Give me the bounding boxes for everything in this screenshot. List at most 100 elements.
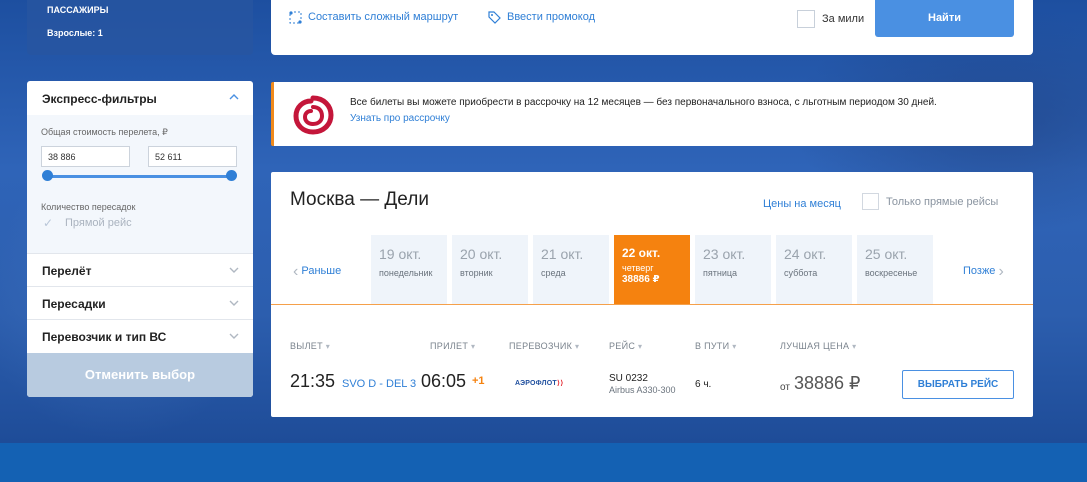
- day-cell-selected[interactable]: 22 окт. четверг 38886 ₽: [614, 235, 690, 305]
- footer-band: [0, 443, 1087, 482]
- complex-route-link[interactable]: Составить сложный маршрут: [289, 11, 459, 24]
- filter-section-transfers[interactable]: Пересадки: [27, 286, 253, 319]
- flight-duration: 6 ч.: [695, 379, 712, 390]
- direct-flight-option[interactable]: Прямой рейс: [65, 217, 132, 229]
- choose-flight-button[interactable]: ВЫБРАТЬ РЕЙС: [902, 370, 1014, 399]
- filter-section-flight[interactable]: Перелёт: [27, 253, 253, 286]
- chevron-right-icon: ›: [998, 263, 1004, 280]
- express-filters-title: Экспресс-фильтры: [42, 92, 157, 106]
- passengers-value: Взрослые: 1: [47, 28, 103, 38]
- chevron-down-icon: [229, 300, 239, 306]
- day-weekday: вторник: [460, 268, 493, 278]
- day-weekday: среда: [541, 268, 566, 278]
- day-date: 21 окт.: [541, 246, 584, 262]
- price-max-input[interactable]: [148, 146, 237, 167]
- flight-number: SU 0232: [609, 373, 648, 384]
- col-header-label: РЕЙС: [609, 341, 636, 351]
- filter-section-label: Перелёт: [42, 264, 92, 278]
- direct-only-checkbox[interactable]: [862, 193, 879, 210]
- col-header-best-price[interactable]: ЛУЧШАЯ ЦЕНА ▾: [780, 341, 856, 351]
- find-button[interactable]: Найти: [875, 0, 1014, 37]
- route-icon: [289, 11, 302, 24]
- installment-logo-icon: [293, 95, 334, 135]
- sort-arrow-icon: ▾: [638, 342, 643, 351]
- day-date: 19 окт.: [379, 246, 422, 262]
- later-label: Позже: [963, 265, 996, 277]
- express-filters-body: Общая стоимость перелета, ₽ Количество п…: [27, 115, 253, 253]
- tag-icon: [488, 11, 501, 24]
- day-weekday: четверг: [622, 263, 654, 273]
- promo-label: Ввести промокод: [507, 11, 596, 23]
- passengers-box[interactable]: ПАССАЖИРЫ Взрослые: 1: [27, 0, 253, 55]
- filter-section-label: Пересадки: [42, 297, 106, 311]
- price-range-max-handle[interactable]: [226, 170, 237, 181]
- price-min-input[interactable]: [41, 146, 130, 167]
- stops-label: Количество пересадок: [41, 202, 136, 212]
- chevron-up-icon: [229, 94, 239, 100]
- col-header-carrier[interactable]: ПЕРЕВОЗЧИК ▾: [509, 341, 579, 351]
- day-price: 38886 ₽: [622, 274, 660, 285]
- day-date: 23 окт.: [703, 246, 746, 262]
- date-strip-underline: [271, 304, 1033, 305]
- chevron-down-icon: [229, 267, 239, 273]
- chevron-left-icon: ‹: [293, 263, 299, 280]
- day-cell[interactable]: 20 окт. вторник: [452, 235, 528, 304]
- complex-route-label: Составить сложный маршрут: [308, 11, 459, 23]
- filter-section-carrier[interactable]: Перевозчик и тип ВС: [27, 319, 253, 352]
- day-date: 20 окт.: [460, 246, 503, 262]
- installment-text: Все билеты вы можете приобрести в рассро…: [350, 97, 937, 108]
- price-range-track: [47, 175, 232, 178]
- day-cell[interactable]: 25 окт. воскресенье: [857, 235, 933, 304]
- direct-only-label: Только прямые рейсы: [886, 196, 999, 208]
- express-filters-header[interactable]: Экспресс-фильтры: [27, 81, 253, 115]
- col-header-label: ВЫЛЕТ: [290, 341, 323, 351]
- sort-arrow-icon: ▾: [852, 342, 857, 351]
- reset-filters-button[interactable]: Отменить выбор: [27, 353, 253, 397]
- col-header-departure[interactable]: ВЫЛЕТ ▾: [290, 341, 330, 351]
- airline-logo: АЭРОФЛОТ⟩⟩: [515, 379, 564, 387]
- miles-label: За мили: [822, 13, 865, 25]
- col-header-label: В ПУТИ: [695, 341, 730, 351]
- day-date: 24 окт.: [784, 246, 827, 262]
- sort-arrow-icon: ▾: [325, 342, 331, 351]
- route-title: Москва — Дели: [290, 189, 429, 210]
- filter-panel: Экспресс-фильтры Общая стоимость перелет…: [27, 81, 253, 397]
- day-weekday: понедельник: [379, 268, 433, 278]
- col-header-label: ПРИЛЕТ: [430, 341, 469, 351]
- day-weekday: пятница: [703, 268, 738, 278]
- later-button[interactable]: Позже ›: [963, 263, 1004, 281]
- day-cell[interactable]: 19 окт. понедельник: [371, 235, 447, 304]
- day-date: 22 окт.: [622, 246, 661, 260]
- check-icon[interactable]: ✓: [43, 217, 55, 229]
- sort-arrow-icon: ▾: [574, 342, 580, 351]
- chevron-down-icon: [229, 333, 239, 339]
- day-cell[interactable]: 21 окт. среда: [533, 235, 609, 304]
- sort-arrow-icon: ▾: [732, 342, 737, 351]
- day-date: 25 окт.: [865, 246, 908, 262]
- results-card: Москва — Дели Цены на месяц Только прямы…: [271, 172, 1033, 417]
- col-header-label: ПЕРЕВОЗЧИК: [509, 341, 573, 351]
- col-header-flight[interactable]: РЕЙС ▾: [609, 341, 642, 351]
- airline-name: АЭРОФЛОТ: [515, 380, 557, 387]
- col-header-duration[interactable]: В ПУТИ ▾: [695, 341, 737, 351]
- price-prefix: от: [780, 382, 790, 393]
- installment-link[interactable]: Узнать про рассрочку: [350, 113, 450, 124]
- miles-checkbox[interactable]: [797, 10, 815, 28]
- airports-link[interactable]: SVO D - DEL 3: [342, 378, 416, 390]
- aircraft-type: Airbus A330-300: [609, 385, 676, 395]
- promo-link[interactable]: Ввести промокод: [488, 11, 596, 24]
- col-header-arrival[interactable]: ПРИЛЕТ ▾: [430, 341, 475, 351]
- day-weekday: воскресенье: [865, 268, 918, 278]
- month-prices-link[interactable]: Цены на месяц: [763, 198, 841, 210]
- col-header-label: ЛУЧШАЯ ЦЕНА: [780, 341, 850, 351]
- price-range-min-handle[interactable]: [42, 170, 53, 181]
- day-cell[interactable]: 23 окт. пятница: [695, 235, 771, 304]
- passengers-label: ПАССАЖИРЫ: [47, 5, 109, 15]
- filter-section-label: Перевозчик и тип ВС: [42, 330, 167, 344]
- price-range-label: Общая стоимость перелета, ₽: [41, 127, 168, 137]
- departure-time: 21:35: [290, 371, 336, 391]
- date-strip: ‹ Раньше 19 окт. понедельник 20 окт. вто…: [271, 235, 1033, 305]
- arrival-time: 06:05: [421, 371, 467, 391]
- earlier-button[interactable]: ‹ Раньше: [293, 263, 341, 281]
- day-cell[interactable]: 24 окт. суббота: [776, 235, 852, 304]
